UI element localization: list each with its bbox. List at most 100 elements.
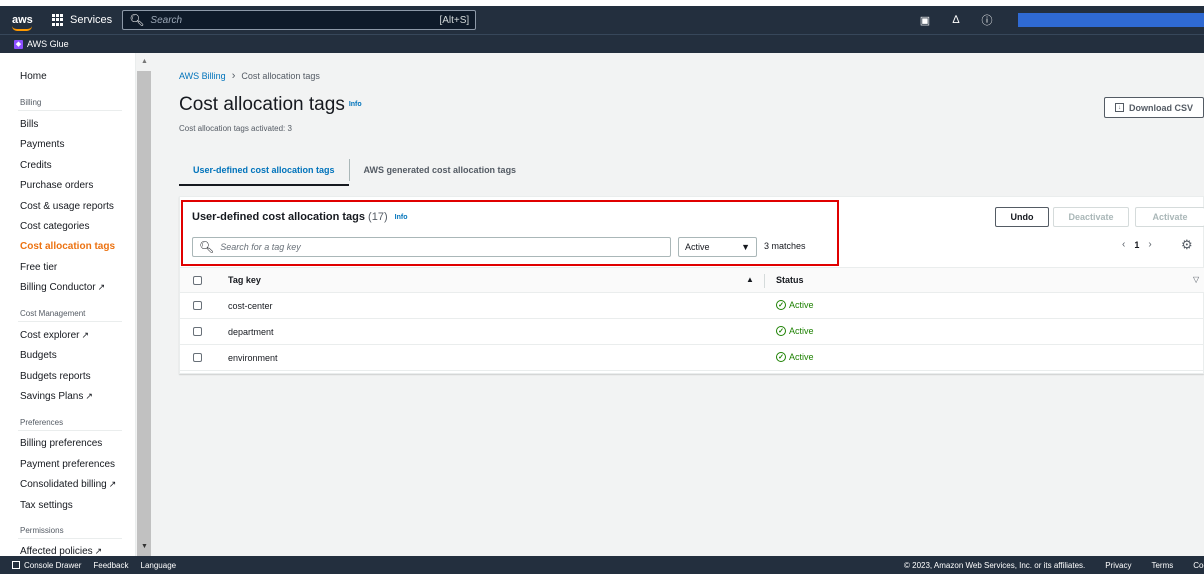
- breadcrumb: AWS Billing › Cost allocation tags: [179, 70, 320, 82]
- tab-user-defined[interactable]: User-defined cost allocation tags: [179, 156, 349, 186]
- external-link-icon: ↗: [108, 479, 117, 489]
- privacy-link[interactable]: Privacy: [1105, 561, 1131, 570]
- sidebar-item-label: Affected policies: [20, 546, 93, 556]
- column-header-tag-key[interactable]: Tag key: [228, 275, 261, 285]
- sidebar-item-affected-policies[interactable]: Affected policies ↗: [20, 546, 102, 556]
- scroll-down-icon[interactable]: ▼: [141, 543, 148, 550]
- deactivate-button[interactable]: Deactivate: [1053, 207, 1129, 227]
- column-header-status[interactable]: Status: [776, 275, 804, 285]
- activate-button[interactable]: Activate: [1135, 207, 1204, 227]
- sidebar-item-cost-allocation-tags[interactable]: Cost allocation tags: [20, 241, 115, 252]
- sidebar-item-billing-preferences[interactable]: Billing preferences: [20, 438, 102, 449]
- sort-down-icon[interactable]: ▽: [1193, 275, 1199, 284]
- sidebar-heading-preferences: Preferences: [20, 418, 64, 427]
- sidebar: Home Billing Bills Payments Credits Purc…: [0, 53, 136, 556]
- sidebar-item-payment-preferences[interactable]: Payment preferences: [20, 459, 115, 470]
- external-link-icon: ↗: [81, 330, 90, 340]
- sidebar-item-payments[interactable]: Payments: [20, 139, 64, 150]
- info-link[interactable]: Info: [349, 101, 362, 108]
- search-placeholder: Search: [150, 14, 183, 26]
- external-link-icon: ↗: [94, 546, 103, 556]
- sidebar-item-cost-usage-reports[interactable]: Cost & usage reports: [20, 201, 114, 212]
- sidebar-heading-permissions: Permissions: [20, 526, 64, 535]
- breadcrumb-aws-billing[interactable]: AWS Billing: [179, 71, 226, 81]
- sidebar-item-consolidated-billing[interactable]: Consolidated billing ↗: [20, 479, 116, 490]
- language-link[interactable]: Language: [141, 561, 177, 570]
- drawer-icon: [12, 561, 20, 569]
- sidebar-item-cost-explorer[interactable]: Cost explorer ↗: [20, 330, 89, 341]
- sidebar-heading-billing: Billing: [20, 98, 42, 107]
- row-checkbox[interactable]: [193, 301, 202, 310]
- download-csv-button[interactable]: ↓ Download CSV: [1104, 97, 1204, 118]
- status-cell: ✓ Active: [776, 326, 814, 336]
- sidebar-item-bills[interactable]: Bills: [20, 119, 38, 130]
- sidebar-item-billing-conductor[interactable]: Billing Conductor ↗: [20, 282, 105, 293]
- check-circle-icon: ✓: [776, 352, 786, 362]
- console-drawer-button[interactable]: Console Drawer: [12, 561, 81, 570]
- sidebar-item-savings-plans[interactable]: Savings Plans ↗: [20, 391, 93, 402]
- cloudshell-icon[interactable]: ▣: [918, 13, 932, 27]
- next-page-icon[interactable]: ›: [1148, 239, 1151, 250]
- search-shortcut: [Alt+S]: [439, 14, 470, 26]
- chevron-right-icon: ›: [231, 70, 236, 82]
- status-cell: ✓ Active: [776, 300, 814, 310]
- services-button[interactable]: Services: [52, 14, 112, 26]
- check-circle-icon: ✓: [776, 326, 786, 336]
- page-title-text: Cost allocation tags: [179, 94, 345, 115]
- console-drawer-label: Console Drawer: [24, 560, 82, 570]
- table-row: department ✓ Active: [180, 319, 1204, 345]
- prev-page-icon[interactable]: ‹: [1122, 239, 1125, 250]
- status-text: Active: [789, 352, 814, 362]
- services-grid-icon: [52, 14, 64, 26]
- select-all-checkbox[interactable]: [193, 276, 202, 285]
- page-number[interactable]: 1: [1134, 240, 1139, 250]
- aws-logo[interactable]: aws: [12, 15, 38, 31]
- account-menu[interactable]: [1018, 13, 1204, 27]
- service-subnav: ◆ AWS Glue: [0, 34, 1204, 53]
- table-row: cost-center ✓ Active: [180, 293, 1204, 319]
- sidebar-item-free-tier[interactable]: Free tier: [20, 262, 57, 273]
- external-link-icon: ↗: [97, 282, 106, 292]
- undo-button[interactable]: Undo: [995, 207, 1049, 227]
- copyright-text: © 2023, Amazon Web Services, Inc. or its…: [904, 560, 1086, 570]
- feedback-link[interactable]: Feedback: [93, 561, 128, 570]
- top-navigation: aws Services 🔍︎ Search [Alt+S] ▣ ∆ ⓘ: [0, 6, 1204, 34]
- sidebar-item-label: Savings Plans: [20, 391, 84, 402]
- tab-aws-generated[interactable]: AWS generated cost allocation tags: [350, 156, 531, 184]
- tag-tabs: User-defined cost allocation tags AWS ge…: [179, 156, 530, 186]
- aws-smile: [12, 26, 32, 31]
- tag-key-cell: cost-center: [228, 301, 273, 311]
- column-divider[interactable]: [764, 274, 765, 288]
- services-label: Services: [70, 14, 113, 26]
- sidebar-item-label: Consolidated billing: [20, 479, 107, 490]
- scroll-up-icon[interactable]: ▲: [141, 58, 148, 65]
- sidebar-item-budgets-reports[interactable]: Budgets reports: [20, 371, 91, 382]
- tag-key-cell: department: [228, 327, 274, 337]
- scrollbar-thumb[interactable]: [137, 71, 151, 574]
- cookie-preferences-link[interactable]: Cookie preferences: [1193, 561, 1204, 570]
- help-icon[interactable]: ⓘ: [980, 13, 994, 27]
- status-text: Active: [789, 300, 814, 310]
- global-search-input[interactable]: 🔍︎ Search [Alt+S]: [122, 10, 477, 30]
- row-checkbox[interactable]: [193, 353, 202, 362]
- sidebar-item-purchase-orders[interactable]: Purchase orders: [20, 180, 93, 191]
- terms-link[interactable]: Terms: [1151, 561, 1173, 570]
- row-checkbox[interactable]: [193, 327, 202, 336]
- tags-table: Tag key ▲ Status ▽ cost-center ✓ Active d…: [180, 267, 1204, 371]
- page-title: Cost allocation tags Info: [179, 94, 362, 116]
- gear-icon[interactable]: ⚙: [1181, 237, 1193, 253]
- sidebar-item-cost-categories[interactable]: Cost categories: [20, 221, 89, 232]
- sidebar-item-budgets[interactable]: Budgets: [20, 350, 57, 361]
- sidebar-item-tax-settings[interactable]: Tax settings: [20, 500, 73, 511]
- sidebar-scrollbar[interactable]: ▲ ▼: [136, 53, 152, 574]
- sidebar-item-credits[interactable]: Credits: [20, 160, 52, 171]
- bell-icon[interactable]: ∆: [949, 13, 963, 27]
- sidebar-item-home[interactable]: Home: [20, 71, 47, 82]
- service-shortcut-glue[interactable]: AWS Glue: [27, 39, 69, 49]
- table-row: environment ✓ Active: [180, 345, 1204, 371]
- table-header: Tag key ▲ Status ▽: [180, 267, 1204, 293]
- sidebar-heading-cost-management: Cost Management: [20, 309, 86, 318]
- footer: Console Drawer Feedback Language © 2023,…: [0, 556, 1204, 574]
- sort-up-icon[interactable]: ▲: [746, 275, 754, 284]
- tags-activated-count: Cost allocation tags activated: 3: [179, 124, 292, 133]
